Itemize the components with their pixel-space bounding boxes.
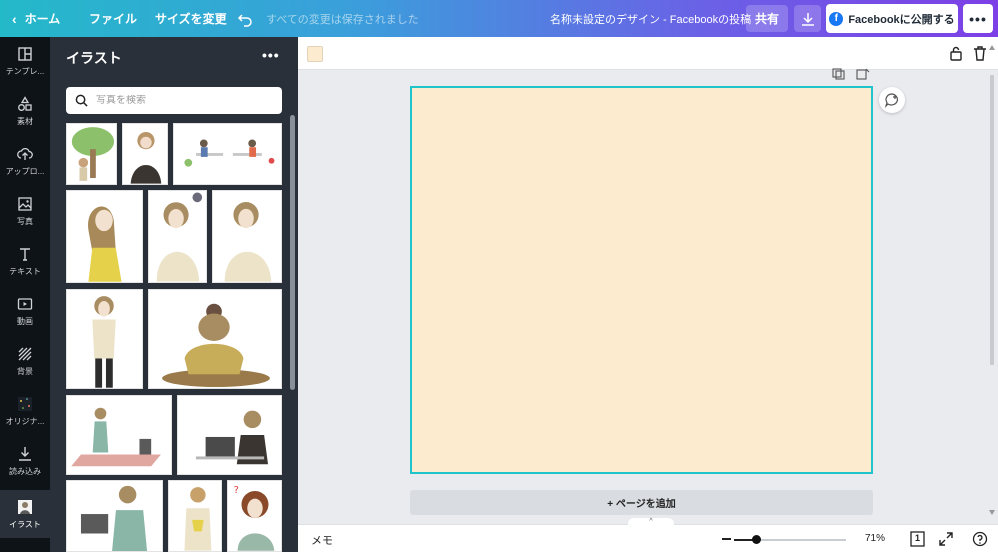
rail-item-text[interactable]: テキスト <box>0 237 50 285</box>
fullscreen-icon[interactable] <box>938 531 954 547</box>
svg-text:?: ? <box>234 485 239 496</box>
facebook-icon: f <box>829 11 844 26</box>
illustration-icon <box>18 499 32 514</box>
woman-phone-illustration <box>123 124 167 184</box>
woman-question-illustration: ? <box>228 481 281 551</box>
woman-head-in-hands-illustration <box>149 290 281 388</box>
search-box[interactable] <box>66 87 282 114</box>
left-rail: テンプレ... 素材 アップロ... 写真 テキスト 動画 背景 オリジナ...… <box>0 37 50 552</box>
text-icon <box>20 247 30 261</box>
panel-scrollbar[interactable] <box>290 115 295 390</box>
illustration-thumbnail[interactable] <box>66 123 117 185</box>
top-bar: ‹ ホーム ファイル サイズを変更 すべての変更は保存されました 名称未設定のデ… <box>0 0 998 37</box>
memo-button[interactable]: メモ <box>311 532 333 548</box>
photo-icon <box>18 196 32 211</box>
rail-item-elements[interactable]: 素材 <box>0 87 50 135</box>
design-canvas[interactable] <box>410 86 873 474</box>
illustration-thumbnail[interactable] <box>122 123 168 185</box>
background-icon <box>18 347 32 360</box>
publish-facebook-button[interactable]: f Facebookに公開する <box>826 4 958 33</box>
illustration-thumbnail[interactable] <box>168 480 222 552</box>
rail-item-uploads[interactable]: アップロ... <box>0 137 50 185</box>
zoom-slider-knob[interactable] <box>752 535 762 544</box>
illustration-thumbnail[interactable] <box>66 480 163 552</box>
file-menu[interactable]: ファイル <box>89 0 137 37</box>
comment-icon <box>884 93 898 108</box>
tree-girl-illustration <box>67 124 116 184</box>
illustration-thumbnail[interactable] <box>173 123 282 185</box>
illustration-thumbnail[interactable] <box>148 289 282 389</box>
download-icon <box>801 12 814 26</box>
rail-item-original[interactable]: オリジナ... <box>0 387 50 435</box>
trash-icon[interactable] <box>972 45 988 61</box>
upload-icon <box>17 147 33 160</box>
lock-icon[interactable] <box>948 45 964 61</box>
woman-yellow-top-illustration <box>67 191 142 282</box>
resize-menu[interactable]: サイズを変更 <box>155 0 227 37</box>
rail-item-templates[interactable]: テンプレ... <box>0 37 50 85</box>
zoom-level[interactable]: 71% <box>865 533 885 544</box>
video-icon <box>17 297 33 310</box>
woman-standing-illustration <box>67 290 142 388</box>
woman-computer-illustration <box>67 481 162 551</box>
zoom-minus-icon <box>722 538 731 540</box>
download-button[interactable] <box>794 5 821 32</box>
search-input[interactable] <box>96 95 266 106</box>
more-icon: ••• <box>969 10 987 27</box>
background-color-swatch[interactable] <box>307 46 323 62</box>
undo-icon <box>237 13 252 27</box>
share-button[interactable]: 共有 <box>746 5 788 32</box>
undo-button[interactable] <box>237 0 253 37</box>
illustration-thumbnail[interactable] <box>148 190 207 283</box>
rail-item-video[interactable]: 動画 <box>0 287 50 335</box>
rail-item-illustration[interactable]: イラスト <box>0 490 50 538</box>
expand-pages-tab[interactable]: ^ <box>628 518 674 526</box>
rail-item-background[interactable]: 背景 <box>0 337 50 385</box>
office-desk-illustration <box>174 124 281 184</box>
panel-more-button[interactable]: ••• <box>262 47 280 63</box>
woman-idea-illustration <box>169 481 221 551</box>
illustration-thumbnail[interactable] <box>66 289 143 389</box>
save-status: すべての変更は保存されました <box>266 13 419 26</box>
canvas-scrollbar[interactable] <box>989 45 995 515</box>
illustration-panel: イラスト ••• ? <box>50 37 298 552</box>
illustration-thumbnail[interactable]: ? <box>227 480 282 552</box>
illustration-thumbnail[interactable] <box>177 395 282 475</box>
page-count-button[interactable]: 1 <box>910 531 926 547</box>
duplicate-page-icon[interactable] <box>832 68 846 80</box>
home-button[interactable]: ‹ ホーム <box>12 0 60 37</box>
woman-thinking-illustration-2 <box>213 191 281 282</box>
editor-toolbar <box>298 37 998 70</box>
woman-yoga-illustration <box>67 396 171 474</box>
panel-title: イラスト <box>66 50 122 66</box>
woman-thinking-illustration <box>149 191 206 282</box>
chevron-left-icon: ‹ <box>12 10 17 27</box>
template-icon <box>18 46 32 61</box>
design-title[interactable]: 名称未設定のデザイン - Facebookの投稿 <box>550 0 751 37</box>
elements-icon <box>18 95 32 111</box>
rail-item-photos[interactable]: 写真 <box>0 187 50 235</box>
woman-laptop-illustration <box>178 396 281 474</box>
rail-item-import[interactable]: 読み込み <box>0 437 50 485</box>
illustration-thumbnail[interactable] <box>212 190 282 283</box>
add-page-icon[interactable] <box>856 68 870 80</box>
more-options-button[interactable]: ••• <box>963 4 993 33</box>
illustration-thumbnail[interactable] <box>66 395 172 475</box>
illustration-thumbnail[interactable] <box>66 190 143 283</box>
search-icon <box>75 94 88 107</box>
add-page-button[interactable]: + ページを追加 <box>410 490 873 515</box>
original-icon <box>18 396 32 411</box>
import-icon <box>19 446 31 461</box>
zoom-slider[interactable] <box>734 535 846 544</box>
add-comment-button[interactable] <box>879 87 905 113</box>
bottom-bar: ^ メモ 71% 1 <box>298 518 998 552</box>
help-icon[interactable] <box>972 531 988 547</box>
